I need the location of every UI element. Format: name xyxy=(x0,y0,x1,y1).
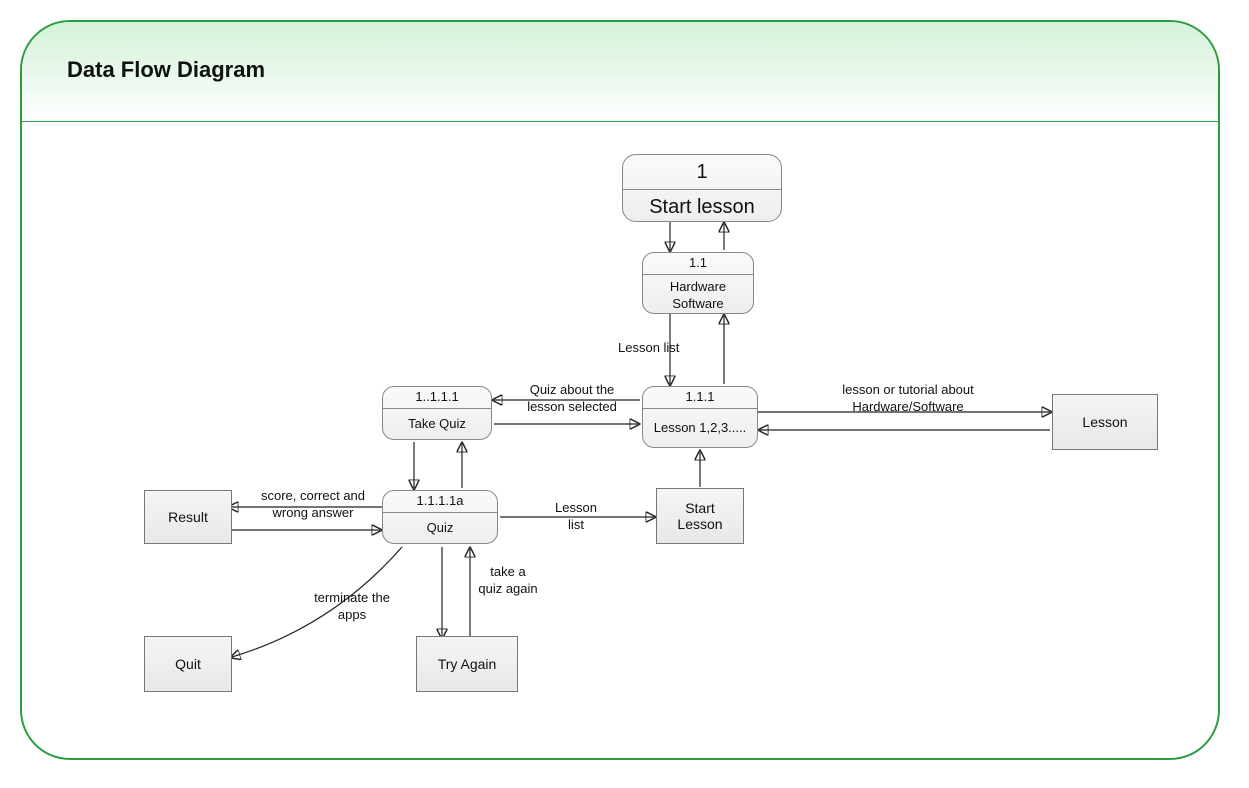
process-name: Start lesson xyxy=(623,190,781,224)
process-take-quiz: 1..1.1.1 Take Quiz xyxy=(382,386,492,440)
entity-start-lesson: Start Lesson xyxy=(656,488,744,544)
entity-label: Try Again xyxy=(438,656,497,672)
process-id: 1.1.1 xyxy=(643,387,757,409)
panel-header: Data Flow Diagram xyxy=(22,22,1218,122)
process-id: 1..1.1.1 xyxy=(383,387,491,409)
flow-take-quiz-again: take a quiz again xyxy=(478,564,538,598)
entity-label: Result xyxy=(168,509,208,525)
entity-label: Quit xyxy=(175,656,201,672)
process-lesson-123: 1.1.1 Lesson 1,2,3..... xyxy=(642,386,758,448)
process-name: Lesson 1,2,3..... xyxy=(643,409,757,447)
flow-terminate: terminate the apps xyxy=(312,590,392,624)
entity-result: Result xyxy=(144,490,232,544)
process-id: 1.1 xyxy=(643,253,753,275)
panel-title: Data Flow Diagram xyxy=(67,57,1173,83)
process-id: 1 xyxy=(623,155,781,190)
entity-lesson: Lesson xyxy=(1052,394,1158,450)
entity-try-again: Try Again xyxy=(416,636,518,692)
process-quiz: 1.1.1.1a Quiz xyxy=(382,490,498,544)
flow-score: score, correct and wrong answer xyxy=(258,488,368,522)
process-name: Take Quiz xyxy=(383,409,491,439)
diagram-panel: Data Flow Diagram xyxy=(20,20,1220,760)
diagram-canvas: 1 Start lesson 1.1 Hardware Software 1.1… xyxy=(22,122,1218,758)
flow-lesson-list-top: Lesson list xyxy=(618,340,679,357)
flow-quiz-about: Quiz about the lesson selected xyxy=(512,382,632,416)
entity-label: Start Lesson xyxy=(663,500,737,532)
entity-label: Lesson xyxy=(1082,414,1127,430)
process-name: Quiz xyxy=(383,513,497,543)
flow-lesson-tutorial: lesson or tutorial about Hardware/Softwa… xyxy=(798,382,1018,416)
entity-quit: Quit xyxy=(144,636,232,692)
process-name: Hardware Software xyxy=(643,275,753,317)
flow-lesson-list-mid: Lesson list xyxy=(546,500,606,534)
process-hardware-software: 1.1 Hardware Software xyxy=(642,252,754,314)
panel-body: 1 Start lesson 1.1 Hardware Software 1.1… xyxy=(22,122,1218,758)
process-id: 1.1.1.1a xyxy=(383,491,497,513)
process-start-lesson: 1 Start lesson xyxy=(622,154,782,222)
